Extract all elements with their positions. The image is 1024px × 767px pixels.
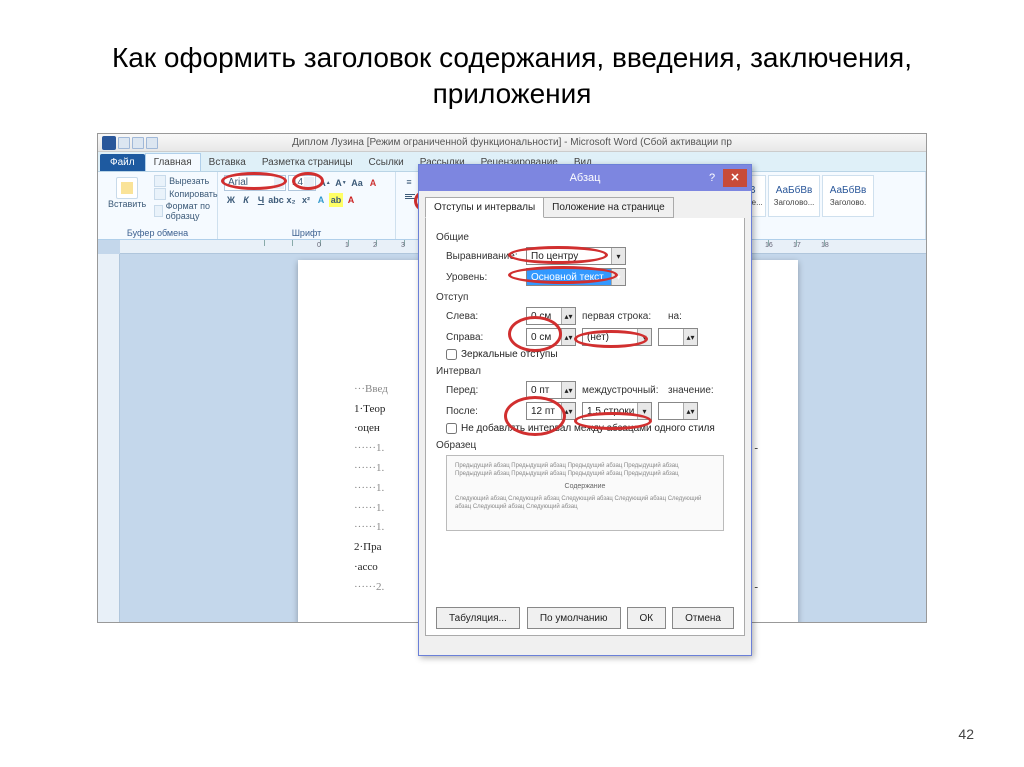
- slide-page-number: 42: [958, 726, 974, 742]
- dialog-tab-indents[interactable]: Отступы и интервалы: [425, 197, 544, 218]
- firstline-label: первая строка:: [582, 311, 662, 322]
- underline-button[interactable]: Ч: [254, 193, 268, 207]
- linespace-select[interactable]: 1,5 строки▾: [582, 402, 652, 420]
- tab-references[interactable]: Ссылки: [361, 154, 412, 171]
- alignment-select[interactable]: По центру▾: [526, 247, 626, 265]
- section-indent: Отступ: [436, 292, 734, 303]
- style-item[interactable]: АаБбВвЗаголово.: [822, 175, 874, 217]
- cancel-button[interactable]: Отмена: [672, 607, 734, 629]
- font-name-combo[interactable]: Arial: [224, 175, 286, 191]
- preview-box: Предыдущий абзац Предыдущий абзац Предыд…: [446, 455, 724, 531]
- chevron-down-icon: ▾: [611, 269, 625, 285]
- paste-button[interactable]: Вставить: [104, 175, 150, 211]
- left-indent-spinner[interactable]: 0 см▴▾: [526, 307, 576, 325]
- tab-home[interactable]: Главная: [145, 153, 201, 171]
- paragraph-dialog: Абзац ? ✕ Отступы и интервалы Положение …: [418, 164, 752, 656]
- section-spacing: Интервал: [436, 366, 734, 377]
- change-case-icon[interactable]: Aa: [350, 176, 364, 190]
- clear-format-icon[interactable]: A: [366, 176, 380, 190]
- cut-button[interactable]: Вырезать: [154, 175, 217, 187]
- scissors-icon: [154, 175, 166, 187]
- value-spinner[interactable]: ▴▾: [658, 402, 698, 420]
- bold-button[interactable]: Ж: [224, 193, 238, 207]
- before-label: Перед:: [446, 385, 520, 396]
- file-tab[interactable]: Файл: [100, 154, 145, 171]
- highlight-icon[interactable]: ab: [329, 193, 343, 207]
- paste-label: Вставить: [108, 199, 146, 209]
- qat-redo-icon[interactable]: [146, 137, 158, 149]
- format-painter-button[interactable]: Формат по образцу: [154, 201, 217, 221]
- right-indent-label: Справа:: [446, 332, 520, 343]
- group-font: Arial 14 A▲ A▼ Aa A Ж К Ч abc x₂ x² A ab…: [218, 172, 396, 239]
- section-preview: Образец: [436, 440, 734, 451]
- font-color-icon[interactable]: A: [344, 193, 358, 207]
- copy-button[interactable]: Копировать: [154, 188, 217, 200]
- strike-button[interactable]: abc: [269, 193, 283, 207]
- mirror-check[interactable]: Зеркальные отступы: [446, 349, 734, 360]
- font-size-combo[interactable]: 14: [288, 175, 316, 191]
- brush-icon: [154, 205, 162, 217]
- window-title-text: Диплом Лузина [Режим ограниченной функци…: [292, 137, 732, 148]
- by-label: на:: [668, 311, 692, 322]
- help-button[interactable]: ?: [703, 169, 721, 187]
- italic-button[interactable]: К: [239, 193, 253, 207]
- subscript-button[interactable]: x₂: [284, 193, 298, 207]
- qat-undo-icon[interactable]: [132, 137, 144, 149]
- ok-button[interactable]: ОК: [627, 607, 667, 629]
- word-icon: [102, 136, 116, 150]
- ruler-vertical[interactable]: [98, 254, 120, 622]
- before-spinner[interactable]: 0 пт▴▾: [526, 381, 576, 399]
- default-button[interactable]: По умолчанию: [527, 607, 621, 629]
- by-spinner[interactable]: ▴▾: [658, 328, 698, 346]
- nospace-check[interactable]: Не добавлять интервал между абзацами одн…: [446, 423, 734, 434]
- slide-title: Как оформить заголовок содержания, введе…: [0, 0, 1024, 133]
- shrink-font-icon[interactable]: A▼: [334, 176, 348, 190]
- alignment-label: Выравнивание:: [446, 251, 520, 262]
- after-label: После:: [446, 406, 520, 417]
- dialog-titlebar: Абзац ? ✕: [419, 165, 751, 191]
- tab-layout[interactable]: Разметка страницы: [254, 154, 361, 171]
- align-left-button[interactable]: [402, 189, 418, 205]
- after-spinner[interactable]: 12 пт▴▾: [526, 402, 576, 420]
- tabulation-button[interactable]: Табуляция...: [436, 607, 520, 629]
- superscript-button[interactable]: x²: [299, 193, 313, 207]
- clipboard-label: Буфер обмена: [104, 226, 211, 238]
- grow-font-icon[interactable]: A▲: [318, 176, 332, 190]
- text-effects-icon[interactable]: A: [314, 193, 328, 207]
- style-item[interactable]: АаБбВвЗаголово...: [768, 175, 820, 217]
- window-titlebar: Диплом Лузина [Режим ограниченной функци…: [98, 134, 926, 152]
- firstline-select[interactable]: (нет)▾: [582, 328, 652, 346]
- dialog-tab-position[interactable]: Положение на странице: [543, 197, 673, 218]
- level-select[interactable]: Основной текст▾: [526, 268, 626, 286]
- chevron-down-icon: ▾: [611, 248, 625, 264]
- close-button[interactable]: ✕: [723, 169, 747, 187]
- linespace-label: междустрочный:: [582, 385, 662, 396]
- level-label: Уровень:: [446, 272, 520, 283]
- section-general: Общие: [436, 232, 734, 243]
- qat-save-icon[interactable]: [118, 137, 130, 149]
- font-group-label: Шрифт: [224, 226, 389, 238]
- paste-icon: [116, 177, 138, 199]
- right-indent-spinner[interactable]: 0 см▴▾: [526, 328, 576, 346]
- tab-insert[interactable]: Вставка: [201, 154, 254, 171]
- value-label: значение:: [668, 385, 708, 396]
- group-clipboard: Вставить Вырезать Копировать Формат по о…: [98, 172, 218, 239]
- dialog-body: Общие Выравнивание: По центру▾ Уровень: …: [425, 218, 745, 636]
- copy-icon: [154, 188, 166, 200]
- left-indent-label: Слева:: [446, 311, 520, 322]
- bullets-icon[interactable]: ≡: [402, 175, 416, 189]
- quick-access-toolbar: [102, 136, 158, 150]
